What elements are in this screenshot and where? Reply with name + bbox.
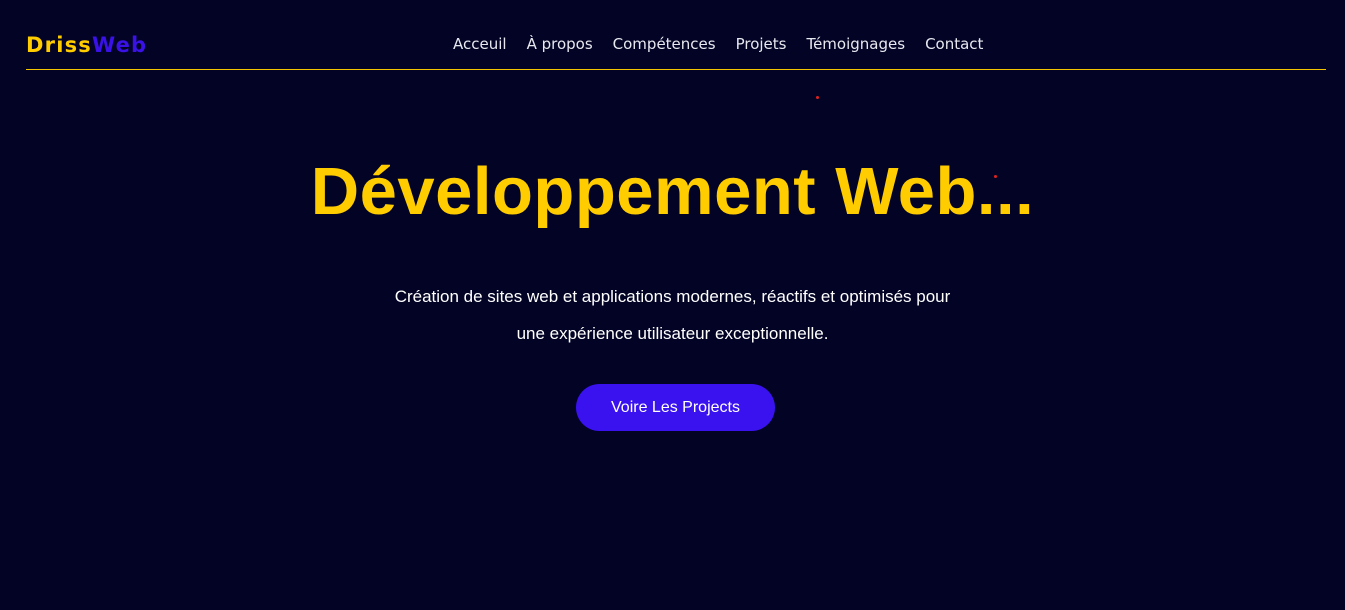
nav-item-contact[interactable]: Contact (925, 34, 983, 54)
nav-item-competences[interactable]: Compétences (613, 34, 716, 54)
logo[interactable]: DrissWeb (26, 32, 147, 58)
nav-item-projets[interactable]: Projets (736, 34, 787, 54)
hero-description: Création de sites web et applications mo… (0, 278, 1345, 352)
hero-description-line-1: Création de sites web et applications mo… (394, 287, 951, 306)
nav-item-accueil[interactable]: Acceuil (453, 34, 507, 54)
nav-item-temoignages[interactable]: Témoignages (806, 34, 905, 54)
main-nav: Acceuil À propos Compétences Projets Tém… (453, 34, 983, 54)
hero-description-line-2: une expérience utilisateur exceptionnell… (516, 324, 829, 343)
site-header: DrissWeb Acceuil À propos Compétences Pr… (26, 0, 1326, 70)
particle-dot (816, 96, 819, 99)
logo-text-web: Web (92, 33, 148, 57)
hero-title: Développement Web... (310, 154, 1035, 229)
nav-item-a-propos[interactable]: À propos (527, 34, 593, 54)
logo-text-driss: Driss (26, 33, 92, 57)
view-projects-button[interactable]: Voire Les Projects (576, 384, 775, 431)
page: DrissWeb Acceuil À propos Compétences Pr… (0, 0, 1345, 610)
